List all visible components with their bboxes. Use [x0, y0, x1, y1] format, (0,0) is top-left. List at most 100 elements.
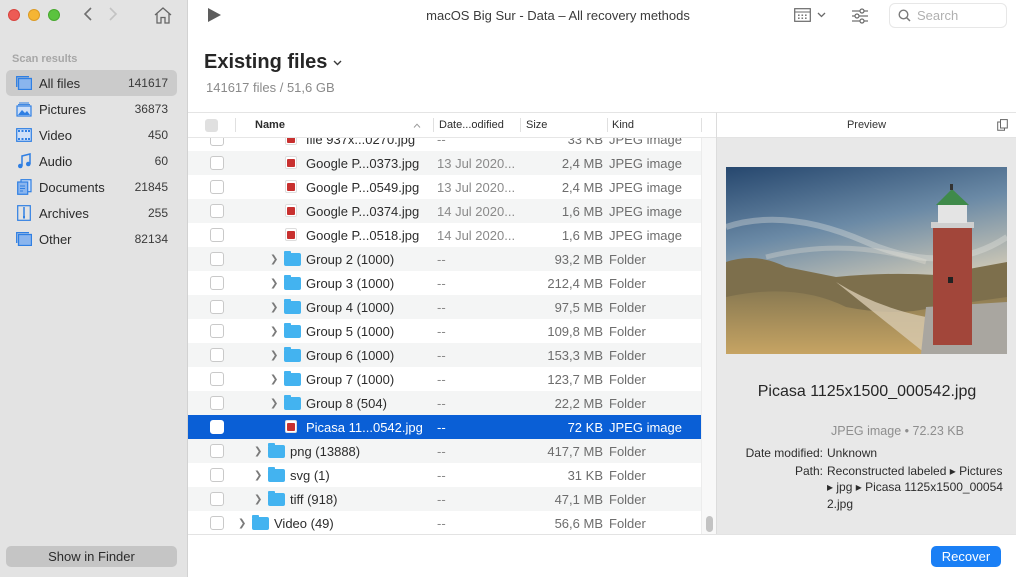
- calendar-grid-icon: [794, 8, 811, 22]
- scrollbar-thumb[interactable]: [706, 516, 713, 532]
- row-name: Google P...0374.jpg: [306, 203, 420, 219]
- select-all-checkbox[interactable]: [205, 113, 218, 137]
- location-dropdown[interactable]: Existing files: [204, 51, 342, 74]
- table-scrollbar[interactable]: [701, 138, 716, 534]
- folder-row[interactable]: ❯ Group 6 (1000) -- 153,3 MB Folder: [188, 343, 701, 367]
- row-kind: Folder: [609, 443, 646, 459]
- column-header-size[interactable]: Size: [520, 113, 607, 137]
- view-options-button[interactable]: [794, 8, 826, 22]
- show-in-finder-button[interactable]: Show in Finder: [6, 546, 177, 567]
- sidebar-item-all-files[interactable]: All files 141617: [6, 70, 177, 96]
- file-row[interactable]: Google P...0549.jpg 13 Jul 2020... 2,4 MB J…: [188, 175, 701, 199]
- column-header-kind[interactable]: Kind: [607, 113, 701, 137]
- all-files-icon: [16, 75, 32, 91]
- file-row[interactable]: Google P...0518.jpg 14 Jul 2020... 1,6 MB J…: [188, 223, 701, 247]
- row-checkbox[interactable]: [210, 252, 224, 266]
- home-button[interactable]: [153, 6, 175, 26]
- folder-row[interactable]: ❯ Group 3 (1000) -- 212,4 MB Folder: [188, 271, 701, 295]
- disclosure-chevron-icon[interactable]: ❯: [270, 326, 278, 337]
- row-checkbox[interactable]: [210, 204, 224, 218]
- row-size: 31 KB: [567, 467, 603, 483]
- folder-row[interactable]: ❯ svg (1) -- 31 KB Folder: [188, 463, 701, 487]
- row-checkbox[interactable]: [210, 228, 224, 242]
- sidebar-item-documents[interactable]: Documents 21845: [6, 174, 177, 200]
- disclosure-chevron-icon[interactable]: ❯: [254, 446, 262, 457]
- disclosure-chevron-icon[interactable]: ❯: [270, 278, 278, 289]
- filter-button[interactable]: [851, 7, 869, 28]
- sidebar-item-label: Video: [39, 127, 73, 143]
- row-checkbox[interactable]: [210, 180, 224, 194]
- row-kind: Folder: [609, 323, 646, 339]
- row-size: 2,4 MB: [561, 179, 603, 195]
- row-date-modified: 13 Jul 2020...: [437, 179, 516, 195]
- folder-row[interactable]: ❯ png (13888) -- 417,7 MB Folder: [188, 439, 701, 463]
- folder-icon: [268, 467, 285, 482]
- row-checkbox[interactable]: [210, 276, 224, 290]
- row-checkbox[interactable]: [210, 516, 224, 530]
- minimize-window-button[interactable]: [28, 9, 40, 21]
- search-field[interactable]: [889, 3, 1007, 28]
- sidebar-item-count: 82134: [134, 232, 168, 246]
- column-header-name[interactable]: Name: [235, 113, 433, 137]
- sidebar-item-archives[interactable]: Archives 255: [6, 200, 177, 226]
- sidebar-item-other[interactable]: Other 82134: [6, 226, 177, 252]
- sidebar-item-audio[interactable]: Audio 60: [6, 148, 177, 174]
- disclosure-chevron-icon[interactable]: ❯: [270, 302, 278, 313]
- row-checkbox[interactable]: [210, 468, 224, 482]
- open-external-icon[interactable]: [997, 119, 1008, 131]
- folder-row[interactable]: ❯ Group 5 (1000) -- 109,8 MB Folder: [188, 319, 701, 343]
- forward-button[interactable]: [108, 6, 118, 27]
- disclosure-chevron-icon[interactable]: ❯: [270, 350, 278, 361]
- folder-row[interactable]: ❯ tiff (918) -- 47,1 MB Folder: [188, 487, 701, 511]
- documents-icon: [16, 179, 32, 195]
- disclosure-chevron-icon[interactable]: ❯: [270, 398, 278, 409]
- sidebar-item-pictures[interactable]: Pictures 36873: [6, 96, 177, 122]
- row-size: 212,4 MB: [547, 275, 603, 291]
- row-checkbox[interactable]: [210, 492, 224, 506]
- table-header: Name Date...odified Size Kind: [188, 113, 716, 138]
- row-name: tiff (918): [290, 491, 338, 507]
- row-checkbox[interactable]: [210, 348, 224, 362]
- folder-row[interactable]: ❯ Group 4 (1000) -- 97,5 MB Folder: [188, 295, 701, 319]
- row-kind: Folder: [609, 275, 646, 291]
- folder-icon: [268, 491, 285, 506]
- column-header-date-modified[interactable]: Date...odified: [433, 113, 520, 137]
- row-date-modified: --: [437, 323, 446, 339]
- meta-date-row: Date modified: Unknown: [717, 445, 1016, 462]
- row-date-modified: 14 Jul 2020...: [437, 227, 516, 243]
- folder-row[interactable]: ❯ Video (49) -- 56,6 MB Folder: [188, 511, 701, 534]
- row-size: 2,4 MB: [561, 155, 603, 171]
- folder-row[interactable]: ❯ Group 8 (504) -- 22,2 MB Folder: [188, 391, 701, 415]
- row-checkbox[interactable]: [210, 444, 224, 458]
- disclosure-chevron-icon[interactable]: ❯: [238, 518, 246, 529]
- row-date-modified: --: [437, 467, 446, 483]
- audio-icon: [16, 153, 32, 169]
- files-summary: 141617 files / 51,6 GB: [206, 80, 335, 95]
- window-controls: [8, 9, 60, 21]
- folder-row[interactable]: ❯ Group 7 (1000) -- 123,7 MB Folder: [188, 367, 701, 391]
- disclosure-chevron-icon[interactable]: ❯: [270, 254, 278, 265]
- row-checkbox[interactable]: [210, 420, 224, 434]
- file-row[interactable]: Picasa 11...0542.jpg -- 72 KB JPEG image: [188, 415, 701, 439]
- row-checkbox[interactable]: [210, 396, 224, 410]
- back-button[interactable]: [83, 6, 93, 27]
- row-checkbox[interactable]: [210, 300, 224, 314]
- folder-row[interactable]: ❯ Group 2 (1000) -- 93,2 MB Folder: [188, 247, 701, 271]
- row-name: Google P...0549.jpg: [306, 179, 420, 195]
- disclosure-chevron-icon[interactable]: ❯: [254, 494, 262, 505]
- sidebar-item-video[interactable]: Video 450: [6, 122, 177, 148]
- maximize-window-button[interactable]: [48, 9, 60, 21]
- close-window-button[interactable]: [8, 9, 20, 21]
- file-row[interactable]: Google P...0373.jpg 13 Jul 2020... 2,4 MB J…: [188, 151, 701, 175]
- row-size: 22,2 MB: [554, 395, 603, 411]
- row-checkbox[interactable]: [210, 156, 224, 170]
- file-row[interactable]: Google P...0374.jpg 14 Jul 2020... 1,6 MB J…: [188, 199, 701, 223]
- row-name: Group 7 (1000): [306, 371, 395, 387]
- disclosure-chevron-icon[interactable]: ❯: [254, 470, 262, 481]
- search-input[interactable]: [917, 8, 997, 23]
- row-checkbox[interactable]: [210, 324, 224, 338]
- recover-button[interactable]: Recover: [931, 546, 1001, 567]
- path-label: Path:: [794, 463, 823, 478]
- row-checkbox[interactable]: [210, 372, 224, 386]
- disclosure-chevron-icon[interactable]: ❯: [270, 374, 278, 385]
